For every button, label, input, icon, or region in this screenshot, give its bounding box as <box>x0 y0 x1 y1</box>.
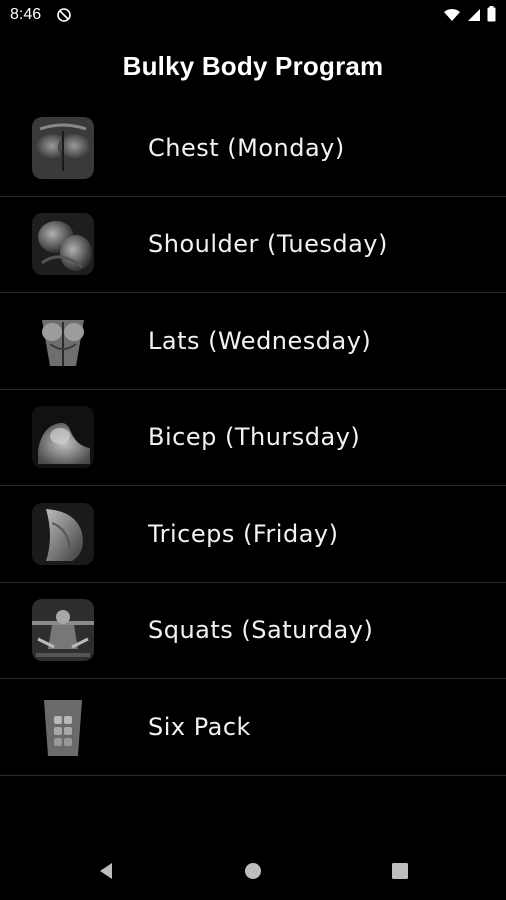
status-time: 8:46 <box>10 6 42 23</box>
back-icon[interactable] <box>86 851 126 891</box>
app-bar: Bulky Body Program <box>0 32 506 100</box>
workout-label: Squats (Saturday) <box>148 616 374 645</box>
squats-thumbnail <box>32 599 94 662</box>
workout-label: Lats (Wednesday) <box>148 326 372 355</box>
workout-label: Triceps (Friday) <box>148 519 339 548</box>
lats-thumbnail <box>32 309 94 372</box>
workout-label: Bicep (Thursday) <box>148 423 361 452</box>
home-icon[interactable] <box>233 851 273 891</box>
list-item-chest[interactable]: Chest (Monday) <box>0 100 506 197</box>
list-item-triceps[interactable]: Triceps (Friday) <box>0 486 506 583</box>
bicep-thumbnail <box>32 406 94 469</box>
list-item-lats[interactable]: Lats (Wednesday) <box>0 293 506 390</box>
workout-label: Six Pack <box>148 712 251 741</box>
recents-icon[interactable] <box>380 851 420 891</box>
workout-label: Shoulder (Tuesday) <box>148 230 388 259</box>
list-item-bicep[interactable]: Bicep (Thursday) <box>0 389 506 486</box>
list-item-squats[interactable]: Squats (Saturday) <box>0 582 506 679</box>
battery-icon <box>487 6 496 26</box>
chest-thumbnail <box>32 116 94 179</box>
list-item-shoulder[interactable]: Shoulder (Tuesday) <box>0 196 506 293</box>
workout-list: Chest (Monday) Shoulder (Tuesday) Lats (… <box>0 100 506 776</box>
navigation-bar <box>0 842 506 900</box>
status-icons <box>443 6 496 26</box>
cellular-signal-icon <box>467 7 481 26</box>
six-pack-thumbnail <box>32 695 94 758</box>
do-not-disturb-icon <box>57 7 71 22</box>
workout-label: Chest (Monday) <box>148 133 345 162</box>
shoulder-thumbnail <box>32 213 94 276</box>
list-item-six-pack[interactable]: Six Pack <box>0 679 506 776</box>
wifi-icon <box>443 7 461 26</box>
triceps-thumbnail <box>32 502 94 565</box>
page-title: Bulky Body Program <box>122 50 384 81</box>
status-bar: 8:46 <box>0 0 506 32</box>
